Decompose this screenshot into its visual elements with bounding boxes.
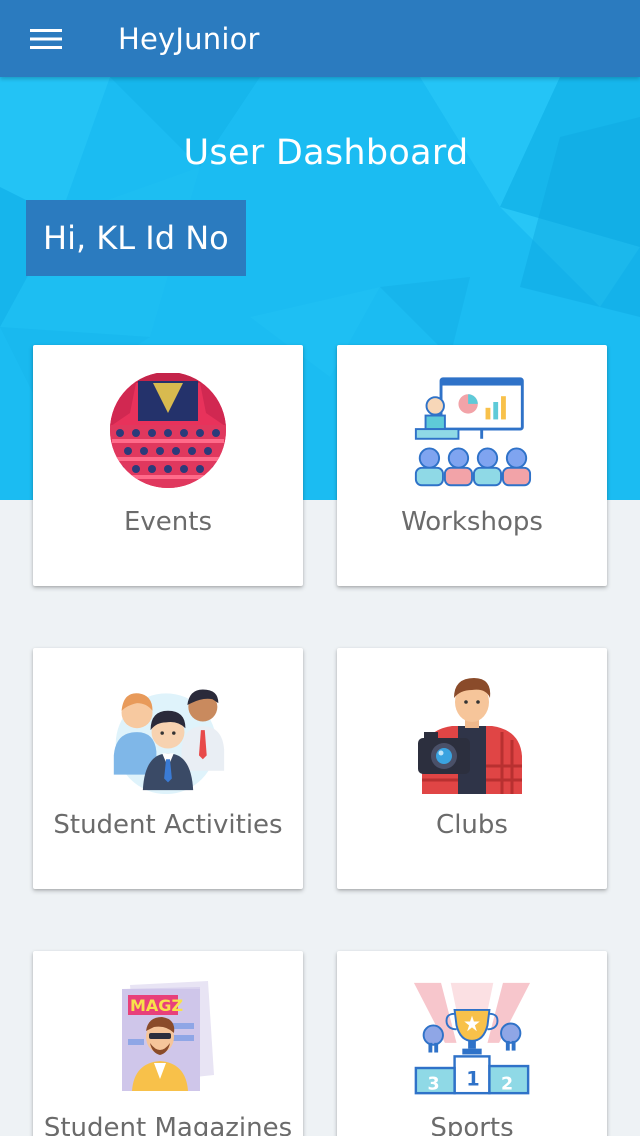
card-label: Clubs: [436, 810, 508, 840]
magazine-icon: MAGZ: [108, 979, 228, 1097]
card-clubs[interactable]: Clubs: [337, 648, 607, 889]
card-label: Student Magazines: [43, 1113, 293, 1136]
svg-text:3: 3: [427, 1074, 439, 1094]
card-student-activities[interactable]: Student Activities: [33, 648, 303, 889]
card-events[interactable]: Events: [33, 345, 303, 586]
greeting-badge: Hi, KL Id No: [26, 200, 246, 276]
page-title: User Dashboard: [183, 133, 469, 173]
theater-stage-icon: [108, 373, 228, 491]
svg-text:1: 1: [466, 1067, 479, 1090]
card-workshops[interactable]: Workshops: [337, 345, 607, 586]
presentation-board-icon: [412, 373, 532, 491]
app-bar: HeyJunior: [0, 0, 640, 77]
app-title: HeyJunior: [118, 21, 260, 56]
svg-text:2: 2: [501, 1074, 513, 1094]
card-student-magazines[interactable]: MAGZ Student Magazines: [33, 951, 303, 1136]
card-label: Student Activities: [53, 810, 283, 840]
svg-text:MAGZ: MAGZ: [130, 996, 183, 1015]
photographer-icon: [412, 676, 532, 794]
students-group-icon: [108, 676, 228, 794]
card-label: Events: [123, 507, 213, 537]
card-label: Workshops: [401, 507, 543, 537]
card-sports[interactable]: 1 3 2 Sports: [337, 951, 607, 1136]
trophy-podium-icon: 1 3 2: [412, 979, 532, 1097]
card-label: Sports: [430, 1113, 514, 1136]
hamburger-menu-icon[interactable]: [0, 0, 92, 77]
